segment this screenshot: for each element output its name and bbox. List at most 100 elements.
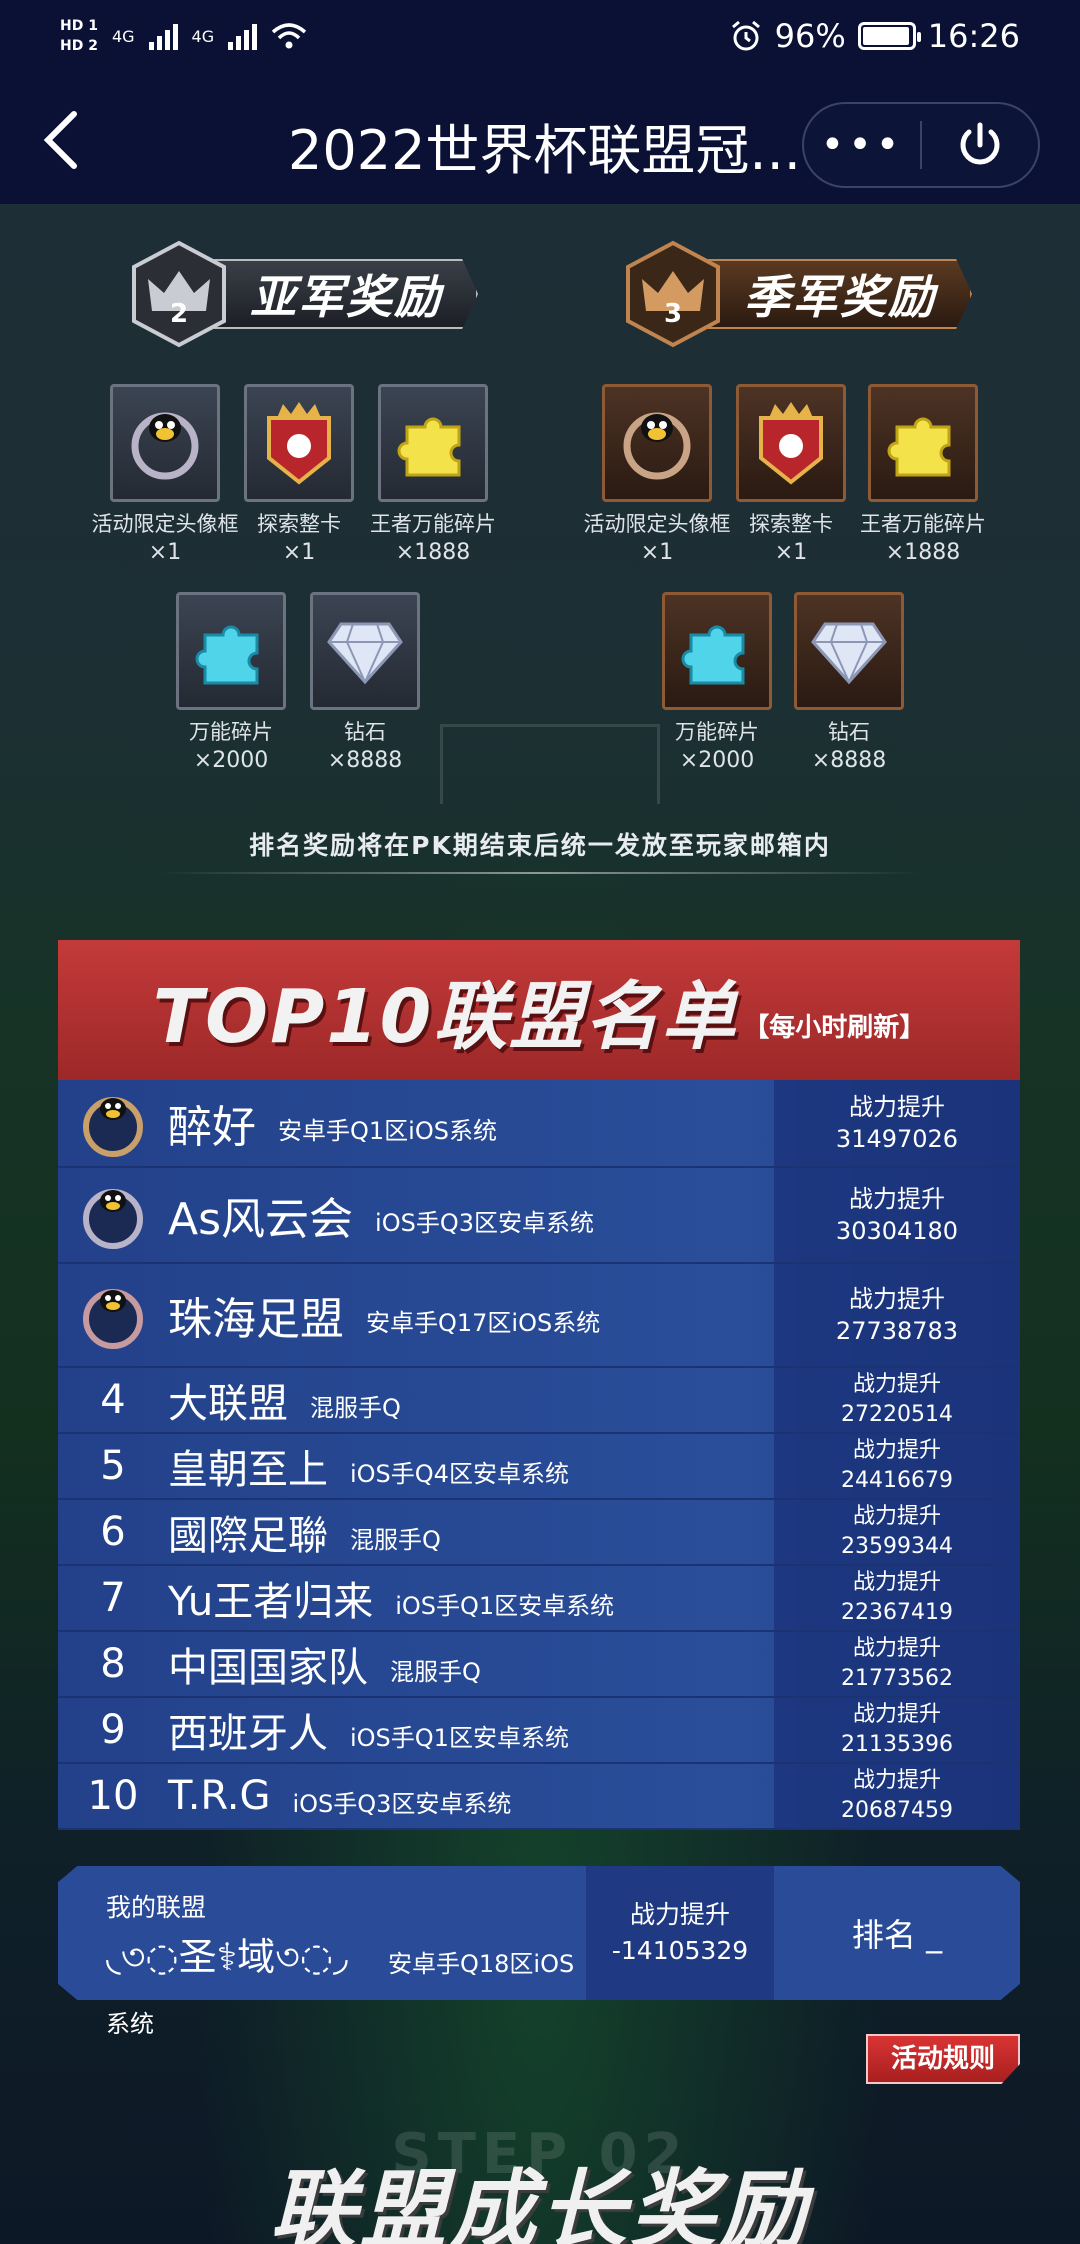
alliance-zone: 混服手Q	[390, 1657, 481, 1686]
alliance-zone: iOS手Q3区安卓系统	[292, 1789, 512, 1818]
alliance-zone: iOS手Q1区安卓系统	[350, 1723, 569, 1752]
refresh-note: 【每小时刷新】	[743, 1012, 926, 1043]
crown-icon	[626, 240, 720, 348]
diamond-icon	[310, 592, 420, 710]
event-page: 2 亚军奖励 3 季军奖励 活动限定头像框 ×1 探索整卡 ×1 王者万能碎片 …	[0, 204, 1080, 2244]
navigation-bar: 2022世界杯联盟冠... •••	[0, 72, 1080, 204]
reward-item[interactable]: 王者万能碎片 ×1888	[370, 384, 496, 565]
power-label: 战力提升	[849, 1184, 945, 1213]
table-row[interactable]: 6 國際足聯 混服手Q 战力提升 23599344	[58, 1500, 1020, 1566]
item-name: 王者万能碎片	[370, 512, 496, 536]
table-row[interactable]: 8 中国国家队 混服手Q 战力提升 21773562	[58, 1632, 1020, 1698]
gold-puzzle-icon	[868, 384, 978, 502]
close-button[interactable]	[922, 119, 1038, 171]
reward-item[interactable]: 活动限定头像框 ×1	[92, 384, 239, 565]
power-label: 战力提升	[852, 1504, 941, 1530]
alliance-name: 國際足聯	[168, 1513, 328, 1559]
goal-decoration	[440, 724, 660, 804]
reward-item[interactable]: 活动限定头像框 ×1	[584, 384, 731, 565]
signal-icon	[228, 22, 258, 50]
bronze-crown-badge: 3	[618, 239, 728, 349]
rank-number: 8	[100, 1641, 126, 1687]
crown-icon	[132, 240, 226, 348]
power-value: 24416679	[841, 1468, 953, 1493]
avatar-frame-icon	[110, 384, 220, 502]
alliance-name: 皇朝至上	[168, 1447, 328, 1493]
activity-rules-button[interactable]: 活动规则	[866, 2034, 1020, 2084]
item-qty: ×2000	[193, 748, 269, 773]
silver-rank: 2	[169, 299, 189, 329]
table-row[interactable]: 醉好 安卓手Q1区iOS系统 战力提升 31497026	[58, 1080, 1020, 1168]
status-bar: HD 1 HD 2 4G 4G 96% 16:26	[0, 0, 1080, 72]
my-alliance-name: ◟৩◌圣⚕域৩◌◞	[106, 1935, 348, 1979]
item-qty: ×2000	[679, 748, 755, 773]
item-qty: ×1	[774, 540, 808, 565]
mini-program-capsule: •••	[802, 102, 1040, 188]
clock: 16:26	[927, 17, 1020, 55]
bronze-reward-header: 3 季军奖励	[618, 240, 972, 348]
alliance-zone: 混服手Q	[310, 1393, 401, 1422]
item-name: 王者万能碎片	[860, 512, 986, 536]
my-alliance-zone-wrap: 系统	[106, 2010, 154, 2038]
explore-card-icon	[244, 384, 354, 502]
blue-puzzle-icon	[176, 592, 286, 710]
reward-item[interactable]: 探索整卡 ×1	[736, 384, 846, 565]
power-value: 21135396	[841, 1732, 953, 1757]
alliance-name: As风云会	[168, 1194, 354, 1245]
top10-leaderboard: TOP10联盟名单 【每小时刷新】 醉好 安卓手Q1区iOS系统 战力提升 31497…	[58, 940, 1020, 1850]
explore-card-icon	[736, 384, 846, 502]
alliance-name: T.R.G	[168, 1773, 271, 1819]
alliance-zone: 安卓手Q1区iOS系统	[278, 1116, 497, 1145]
growth-reward-title: 联盟成长奖励	[270, 2161, 810, 2244]
table-row[interactable]: 10 T.R.G iOS手Q3区安卓系统 战力提升 20687459	[58, 1764, 1020, 1830]
item-qty: ×1	[148, 540, 182, 565]
table-row[interactable]: 5 皇朝至上 iOS手Q4区安卓系统 战力提升 24416679	[58, 1434, 1020, 1500]
reward-item[interactable]: 钻石 ×8888	[310, 592, 420, 773]
reward-item[interactable]: 万能碎片 ×2000	[176, 592, 286, 773]
power-label: 战力提升	[852, 1372, 941, 1398]
back-button[interactable]	[40, 108, 100, 169]
my-alliance-row[interactable]: 我的联盟 ◟৩◌圣⚕域৩◌◞ 安卓手Q18区iOS 战力提升 -14105329…	[58, 1866, 1020, 2000]
alliance-name: 醉好	[168, 1102, 256, 1153]
alarm-icon	[731, 20, 760, 51]
gold-puzzle-icon	[378, 384, 488, 502]
alliance-avatar-icon	[58, 1277, 168, 1353]
power-cell: 战力提升 24416679	[774, 1434, 1020, 1498]
item-qty: ×1888	[395, 540, 471, 565]
table-row[interactable]: 4 大联盟 混服手Q 战力提升 27220514	[58, 1368, 1020, 1434]
alliance-zone: iOS手Q3区安卓系统	[375, 1208, 594, 1237]
power-label: 战力提升	[852, 1702, 941, 1728]
net1-label: 4G	[111, 26, 135, 46]
item-qty: ×8888	[327, 748, 403, 773]
alliance-zone: iOS手Q1区安卓系统	[395, 1591, 615, 1620]
my-alliance-label: 我的联盟	[106, 1893, 207, 1922]
silver-reward-header: 2 亚军奖励	[124, 240, 478, 348]
hd-indicator: HD 1 HD 2	[60, 16, 98, 56]
avatar-frame-icon	[602, 384, 712, 502]
power-value: 20687459	[841, 1798, 953, 1823]
item-qty: ×1	[640, 540, 674, 565]
reward-item[interactable]: 钻石 ×8888	[794, 592, 904, 773]
item-qty: ×8888	[811, 748, 887, 773]
table-row[interactable]: 珠海足盟 安卓手Q17区iOS系统 战力提升 27738783	[58, 1264, 1020, 1368]
alliance-zone: iOS手Q4区安卓系统	[350, 1459, 569, 1488]
reward-item[interactable]: 探索整卡 ×1	[244, 384, 354, 565]
silver-crown-badge: 2	[124, 239, 234, 349]
wifi-icon	[271, 23, 307, 49]
item-name: 钻石	[828, 720, 870, 744]
signal-icon	[148, 22, 178, 50]
power-icon	[960, 122, 1000, 165]
table-row[interactable]: 7 Yu王者归来 iOS手Q1区安卓系统 战力提升 22367419	[58, 1566, 1020, 1632]
more-button[interactable]: •••	[804, 125, 920, 165]
power-cell: 战力提升 20687459	[774, 1764, 1020, 1828]
power-value: 27738783	[835, 1317, 959, 1345]
power-label: 战力提升	[629, 1899, 730, 1929]
battery-percent: 96%	[774, 17, 846, 55]
alliance-avatar-icon	[58, 1085, 168, 1161]
my-alliance-rank: 排名 _	[851, 1916, 943, 1954]
reward-item[interactable]: 万能碎片 ×2000	[662, 592, 772, 773]
table-row[interactable]: As风云会 iOS手Q3区安卓系统 战力提升 30304180	[58, 1168, 1020, 1264]
net2-label: 4G	[191, 26, 215, 46]
table-row[interactable]: 9 西班牙人 iOS手Q1区安卓系统 战力提升 21135396	[58, 1698, 1020, 1764]
reward-item[interactable]: 王者万能碎片 ×1888	[860, 384, 986, 565]
